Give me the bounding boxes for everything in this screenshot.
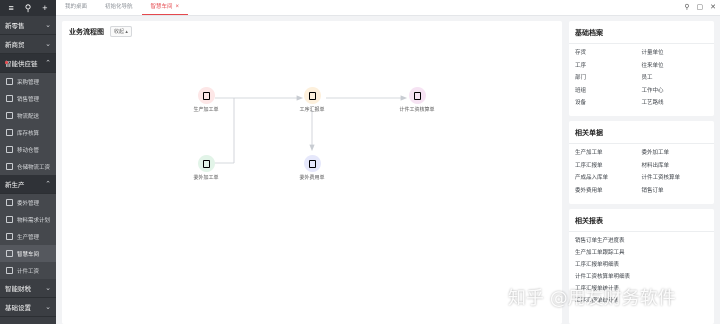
chevron-down-icon: ⌄ xyxy=(45,285,51,292)
sidebar-item-piece-wage[interactable]: 计件工资 xyxy=(0,262,56,279)
outsourcing-expense-icon xyxy=(303,155,321,172)
link-inventory[interactable]: 存货 xyxy=(575,47,642,60)
sidebar-group-finance[interactable]: 智能财税 ⌄ xyxy=(0,279,56,298)
link-sales-order[interactable]: 销售订单 xyxy=(642,185,709,198)
window-controls: ⚲ ▢ ✕ xyxy=(684,3,716,11)
link-report[interactable]: 生产加工单跟踪工具 xyxy=(575,247,708,259)
link-report[interactable]: 计件工资核算单明细表 xyxy=(575,271,708,283)
link-equipment[interactable]: 设备 xyxy=(575,97,642,110)
sidebar-group-supply-chain[interactable]: 智能供应链 ⌃ xyxy=(0,54,56,73)
truck-icon xyxy=(6,112,13,119)
work-report-icon xyxy=(303,87,321,104)
sidebar-item-sales[interactable]: 销售管理 xyxy=(0,90,56,107)
mobile-icon xyxy=(6,146,13,153)
chevron-down-icon: ⌄ xyxy=(45,304,51,311)
search-icon[interactable]: ⚲ xyxy=(25,0,32,16)
sidebar-item-purchase[interactable]: 采购管理 xyxy=(0,73,56,90)
tab-smart-workshop[interactable]: 智慧车间 × xyxy=(141,1,189,15)
sidebar-group-retail[interactable]: 新零售 ⌄ xyxy=(0,16,56,35)
sales-icon xyxy=(6,95,13,102)
notification-dot xyxy=(5,61,8,64)
production-icon xyxy=(6,233,13,240)
link-material-out[interactable]: 材料出库单 xyxy=(642,160,709,173)
flow-node-outsourcing-order[interactable]: 委外加工单 xyxy=(181,155,231,181)
sidebar-item-outsourcing[interactable]: 委外管理 xyxy=(0,194,56,211)
flow-node-outsourcing-expense[interactable]: 委外费用单 xyxy=(287,155,337,181)
tab-init-nav[interactable]: 初始化导航 xyxy=(96,1,142,15)
link-report[interactable]: 工序汇报单明细表 xyxy=(575,259,708,271)
watermark: 知乎 @用友财务软件 xyxy=(508,288,676,309)
sidebar-item-smart-workshop[interactable]: 智慧车间 xyxy=(0,245,56,262)
add-icon[interactable]: + xyxy=(42,0,47,16)
chevron-down-icon: ⌄ xyxy=(45,22,51,29)
link-production-order[interactable]: 生产加工单 xyxy=(575,147,642,160)
search-icon[interactable]: ⚲ xyxy=(684,3,689,11)
chevron-down-icon: ⌄ xyxy=(45,41,51,48)
sidebar-item-logistics[interactable]: 物流配送 xyxy=(0,107,56,124)
outsourcing-icon xyxy=(6,199,13,206)
menu-icon[interactable]: ≡ xyxy=(8,0,13,16)
link-process[interactable]: 工序 xyxy=(575,60,642,73)
card-related-documents: 相关单据 生产加工单 委外加工单 工序汇报单 材料出库单 产成品入库单 计件工资… xyxy=(569,121,714,204)
link-piece-wage[interactable]: 计件工资核算单 xyxy=(642,172,709,185)
sidebar-item-production[interactable]: 生产管理 xyxy=(0,228,56,245)
sidebar-item-mrp[interactable]: 物料需求计划 xyxy=(0,211,56,228)
sidebar-group-trade[interactable]: 新商贸 ⌄ xyxy=(0,35,56,54)
mrp-icon xyxy=(6,216,13,223)
card-title: 相关报表 xyxy=(569,209,714,232)
piece-wage-icon xyxy=(408,87,426,104)
workshop-icon xyxy=(6,250,13,257)
sidebar-item-warehouse-wages[interactable]: 仓储物流工资 xyxy=(0,158,56,175)
link-product-in[interactable]: 产成品入库单 xyxy=(575,172,642,185)
flow-node-production-order[interactable]: 生产加工单 xyxy=(181,87,231,113)
purchase-icon xyxy=(6,78,13,85)
flow-node-piece-wage[interactable]: 计件工资核算单 xyxy=(392,87,442,113)
link-work-report[interactable]: 工序汇报单 xyxy=(575,160,642,173)
link-employee[interactable]: 员工 xyxy=(642,72,709,85)
expand-icon[interactable]: ▢ xyxy=(697,3,704,11)
close-icon[interactable]: ✕ xyxy=(710,3,716,11)
outsourcing-order-icon xyxy=(197,155,215,172)
business-flow-panel: 业务流程图 收起 ▴ 生产加工单 工序汇报单 计件工资核算单 委外加工单 委外费… xyxy=(62,21,562,324)
card-title: 基础档案 xyxy=(569,21,714,44)
link-outsourcing-expense[interactable]: 委外费用单 xyxy=(575,185,642,198)
production-order-icon xyxy=(197,87,215,104)
chevron-up-icon: ⌃ xyxy=(45,60,51,67)
sidebar-group-production[interactable]: 新生产 ⌃ xyxy=(0,175,56,194)
link-team[interactable]: 班组 xyxy=(575,85,642,98)
sidebar-group-settings[interactable]: 基础设置 ⌄ xyxy=(0,298,56,317)
link-partner[interactable]: 往来单位 xyxy=(642,60,709,73)
link-unit[interactable]: 计量单位 xyxy=(642,47,709,60)
chevron-up-icon: ⌃ xyxy=(45,181,51,188)
sidebar-item-inventory[interactable]: 库存核算 xyxy=(0,124,56,141)
wage-icon xyxy=(6,163,13,170)
link-outsourcing-order[interactable]: 委外加工单 xyxy=(642,147,709,160)
wage-icon xyxy=(6,267,13,274)
sidebar-toolbar: ≡ ⚲ + xyxy=(0,0,56,16)
card-basic-archives: 基础档案 存货 计量单位 工序 往来单位 部门 员工 班组 工作中心 设备 工艺… xyxy=(569,21,714,116)
link-department[interactable]: 部门 xyxy=(575,72,642,85)
flow-node-work-report[interactable]: 工序汇报单 xyxy=(287,87,337,113)
tab-bar: 我的桌面 初始化导航 智慧车间 × ⚲ ▢ ✕ xyxy=(56,0,720,16)
card-title: 相关单据 xyxy=(569,121,714,144)
sidebar-item-mobile-warehouse[interactable]: 移动仓管 xyxy=(0,141,56,158)
inventory-icon xyxy=(6,129,13,136)
tab-desktop[interactable]: 我的桌面 xyxy=(56,1,96,15)
link-routing[interactable]: 工艺路线 xyxy=(642,97,709,110)
close-icon[interactable]: × xyxy=(176,4,180,10)
link-report[interactable]: 销售订单生产进度表 xyxy=(575,235,708,247)
link-work-center[interactable]: 工作中心 xyxy=(642,85,709,98)
sidebar: ≡ ⚲ + 新零售 ⌄ 新商贸 ⌄ 智能供应链 ⌃ 采购管理 销售管理 物流配送 库存… xyxy=(0,0,56,324)
